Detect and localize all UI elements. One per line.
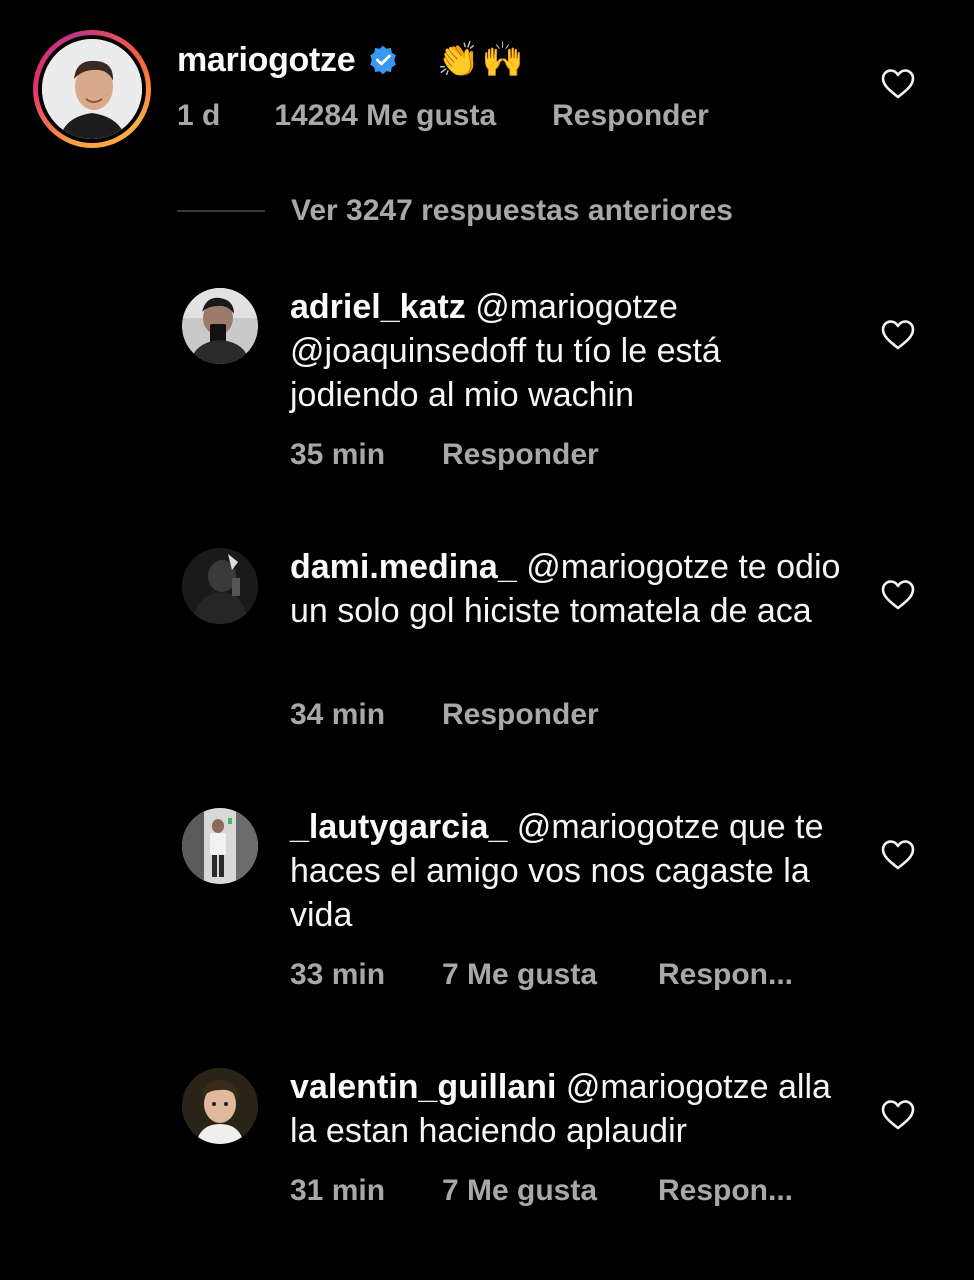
comment-time: 31 min	[290, 1174, 386, 1207]
avatar[interactable]	[182, 288, 258, 364]
heart-icon[interactable]	[881, 839, 915, 871]
comment-time: 35 min	[290, 438, 386, 471]
comment-username[interactable]: adriel_katz	[290, 288, 466, 326]
comment-username[interactable]: _lautygarcia_	[290, 808, 507, 846]
reply-button[interactable]: Responder	[552, 99, 709, 133]
comments-screen: mariogotze 👏🙌 1 d 14284 Me gusta Respond…	[0, 0, 974, 1280]
reply-comment: valentin_guillani @mariogotze alla la es…	[0, 1065, 974, 1225]
avatar[interactable]	[182, 808, 258, 884]
comment-likes-link[interactable]: 7 Me gusta	[442, 958, 658, 992]
comment-username[interactable]: mariogotze	[177, 41, 356, 80]
reply-button[interactable]: Responder	[442, 698, 599, 732]
view-previous-replies[interactable]: Ver 3247 respuestas anteriores	[177, 190, 733, 232]
comment-likes-link[interactable]: 7 Me gusta	[442, 1174, 658, 1208]
avatar[interactable]	[42, 39, 142, 139]
divider	[177, 210, 265, 212]
heart-icon[interactable]	[881, 579, 915, 611]
comment-emoji: 👏🙌	[437, 41, 527, 79]
verified-badge-icon	[370, 45, 397, 75]
parent-comment: mariogotze 👏🙌 1 d 14284 Me gusta Respond…	[0, 0, 974, 170]
story-ring-avatar[interactable]	[33, 30, 151, 148]
comment-time: 33 min	[290, 958, 386, 991]
comment-username[interactable]: dami.medina_	[290, 548, 517, 586]
heart-icon[interactable]	[881, 68, 915, 100]
heart-icon[interactable]	[881, 1099, 915, 1131]
comment-username[interactable]: valentin_guillani	[290, 1068, 556, 1106]
view-previous-label[interactable]: Ver 3247 respuestas anteriores	[291, 194, 733, 228]
comment-likes-link[interactable]: 14284 Me gusta	[274, 99, 496, 133]
reply-button[interactable]: Responder	[442, 438, 599, 472]
avatar[interactable]	[182, 1068, 258, 1144]
avatar[interactable]	[182, 548, 258, 624]
heart-icon[interactable]	[881, 319, 915, 351]
reply-comment: dami.medina_ @mariogotze te odio un solo…	[0, 545, 974, 745]
comment-time: 34 min	[290, 698, 386, 731]
reply-comment: _lautygarcia_ @mariogotze que te haces e…	[0, 805, 974, 1005]
comment-time: 1 d	[177, 99, 221, 132]
reply-button[interactable]: Respon...	[658, 1174, 793, 1208]
reply-button[interactable]: Respon...	[658, 958, 793, 992]
reply-comment: adriel_katz @mariogotze @joaquinsedoff t…	[0, 285, 974, 485]
